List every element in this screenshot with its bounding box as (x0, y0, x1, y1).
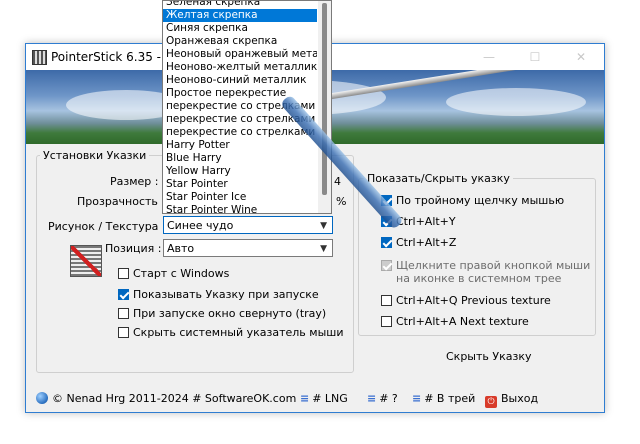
prev-texture-checkbox[interactable] (381, 295, 392, 306)
start-minimized-checkbox[interactable] (118, 308, 129, 319)
size-value: 4 (334, 175, 341, 188)
prev-texture-label: Ctrl+Alt+Q Previous texture (396, 294, 551, 307)
next-texture-checkbox[interactable] (381, 316, 392, 327)
dropdown-item[interactable]: Неоново-синий металлик (163, 74, 317, 87)
dropdown-item[interactable]: Blue Harry (163, 152, 317, 165)
position-label: Позиция : (105, 242, 162, 255)
transparency-label: Прозрачность : (77, 195, 166, 208)
chevron-down-icon: ▼ (320, 244, 327, 254)
dropdown-item[interactable]: Star Pointer (163, 178, 317, 191)
dropdown-scrollbar[interactable] (318, 1, 331, 213)
start-windows-checkbox[interactable] (118, 268, 129, 279)
dropdown-item[interactable]: Неоново-желтый металлик (163, 61, 317, 74)
dropdown-item[interactable]: Синяя скрепка (163, 22, 317, 35)
toggle-group-label: Показать/Скрыть указку (364, 172, 513, 185)
settings-group-label: Установки Указки (40, 149, 150, 162)
lng-button[interactable]: ≡ # LNG (300, 392, 348, 405)
exit-button[interactable]: ⏻ Выход (485, 392, 538, 408)
ctrl-alt-z-checkbox[interactable] (381, 237, 392, 248)
help-label: # ? (379, 392, 398, 405)
right-click-checkbox (381, 260, 392, 271)
exit-label: Выход (501, 392, 539, 405)
size-label: Размер : (110, 175, 159, 188)
texture-dropdown-list[interactable]: Зеленая скрепка Желтая скрепка Синяя скреп… (162, 0, 332, 214)
hide-cursor-label: Скрыть системный указатель мыши (133, 326, 344, 339)
dropdown-item[interactable]: перекрестие со стрелками (3 (163, 126, 317, 139)
right-click-label-line2: на иконке в системном трее (396, 272, 562, 285)
ctrl-alt-z-label: Ctrl+Alt+Z (396, 236, 457, 249)
copyright-text: © Nenad Hrg 2011-2024 # SoftwareOK.com (52, 392, 297, 405)
dropdown-item[interactable]: Зеленая скрепка (163, 1, 317, 9)
close-button[interactable]: ✕ (558, 44, 604, 70)
menu-icon: ≡ (412, 392, 422, 405)
ctrl-alt-y-label: Ctrl+Alt+Y (396, 215, 456, 228)
right-click-label-line1: Щелкните правой кнопкой мыши (396, 259, 591, 272)
maximize-button[interactable]: ☐ (512, 44, 558, 70)
dropdown-item[interactable]: Желтая скрепка (163, 9, 317, 22)
power-icon: ⏻ (485, 396, 497, 408)
dropdown-item[interactable]: Star Pointer Ice (163, 191, 317, 204)
show-on-start-label: Показывать Указку при запуске (133, 288, 319, 301)
menu-icon: ≡ (300, 392, 310, 405)
help-button[interactable]: ≡ # ? (367, 392, 398, 405)
position-combo-value: Авто (167, 242, 195, 255)
dropdown-item[interactable]: Yellow Harry (163, 165, 317, 178)
dropdown-item[interactable]: Harry Potter (163, 139, 317, 152)
chevron-down-icon: ▼ (320, 221, 327, 231)
dropdown-item[interactable]: Star Pointer Wine (163, 204, 317, 213)
texture-combo-value: Синее чудо (167, 219, 234, 232)
pointer-preview-icon (70, 245, 102, 277)
texture-combo[interactable]: Синее чудо ▼ (163, 216, 333, 234)
minimize-button[interactable]: — (466, 44, 512, 70)
globe-icon (36, 392, 48, 404)
transparency-unit: % (336, 195, 347, 208)
next-texture-label: Ctrl+Alt+A Next texture (396, 315, 529, 328)
position-combo[interactable]: Авто ▼ (163, 239, 333, 257)
start-minimized-label: При запуске окно свернуто (tray) (133, 307, 327, 320)
dropdown-item[interactable]: Неоновый оранжевый металл (163, 48, 317, 61)
triple-click-label: По тройному щелчку мышью (396, 194, 565, 207)
lng-label: # LNG (312, 392, 348, 405)
tray-button[interactable]: ≡ # В трей (412, 392, 475, 405)
start-windows-label: Старт с Windows (133, 267, 230, 280)
texture-label: Рисунок / Текстура : (48, 220, 166, 233)
tray-label: # В трей (424, 392, 476, 405)
menu-icon: ≡ (367, 392, 377, 405)
copyright-link[interactable]: © Nenad Hrg 2011-2024 # SoftwareOK.com (36, 392, 296, 405)
hide-cursor-checkbox[interactable] (118, 327, 129, 338)
show-on-start-checkbox[interactable] (118, 289, 129, 300)
hide-pointer-button[interactable]: Скрыть Указку (446, 350, 531, 363)
app-icon (32, 50, 47, 65)
dropdown-item[interactable]: Оранжевая скрепка (163, 35, 317, 48)
